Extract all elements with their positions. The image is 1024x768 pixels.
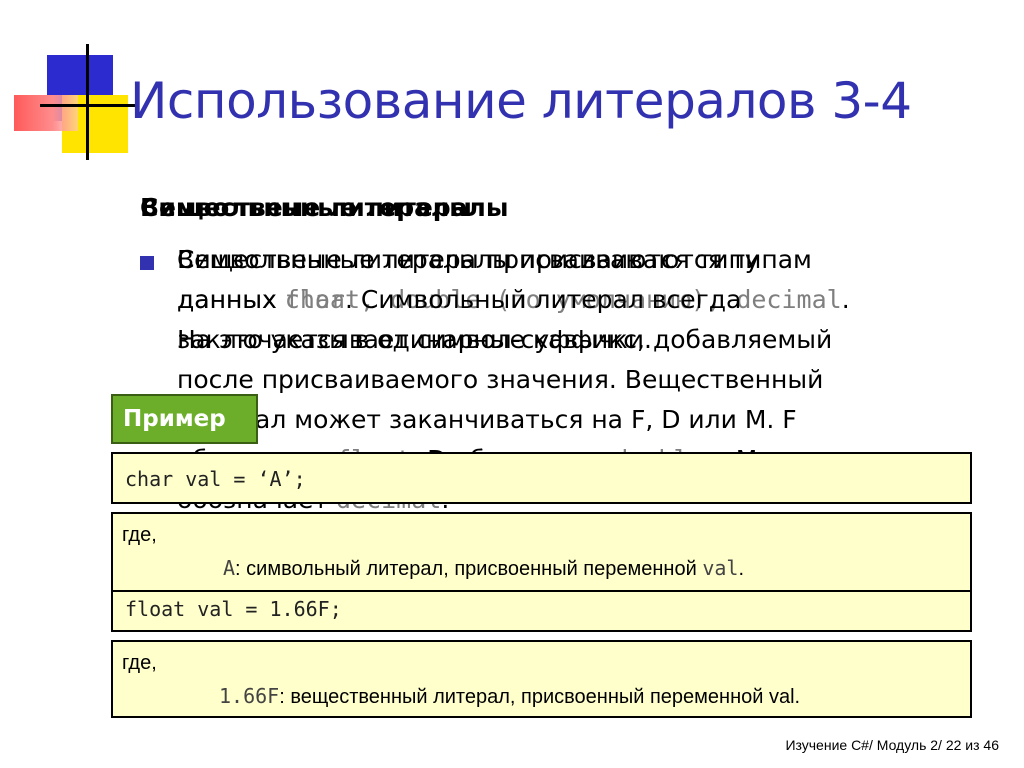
code-float: float val = 1.66F; [125, 597, 342, 621]
char-line-2-code: char [284, 285, 345, 314]
explanation-box-char: где, A: символьный литерал, присвоенный … [111, 512, 972, 592]
bullet-square-icon [140, 256, 154, 270]
slide-footer: Изучение C#/ Модуль 2/ 22 из 46 [785, 737, 999, 753]
explanation-char-text: : символьный литерал, присвоенный переме… [235, 558, 703, 580]
char-line-2-a: данных [177, 285, 285, 314]
explanation-float-text: : вещественный литерал, присвоенный пере… [279, 686, 801, 708]
char-line-3: заключается в одинарные кавычки. [177, 325, 652, 354]
example-badge: Пример [111, 394, 258, 444]
code-box-char: char val = ‘A’; [111, 452, 972, 504]
char-line-1: Символьные литералы присваиваются типу [177, 245, 760, 274]
explanation-float-code: 1.66F [219, 684, 280, 708]
explanation-char-code: A [223, 556, 236, 580]
explanation-float: 1.66F: вещественный литерал, присвоенный… [219, 684, 800, 709]
explanation-char-var: val [702, 556, 739, 580]
bullet-char-literals: Символьные литералы присваиваются типу д… [177, 240, 977, 360]
explanation-box-float: где, 1.66F: вещественный литерал, присво… [111, 640, 972, 718]
code-box-float: float val = 1.66F; [111, 590, 972, 632]
char-line-2: данных char. Символьный литерал всегда [177, 280, 977, 320]
explanation-char-end: . [738, 558, 744, 580]
char-line-2-b: . Символьный литерал всегда [345, 285, 742, 314]
heading-char-literals: Символьные литералы [140, 193, 472, 222]
explanation-char: A: символьный литерал, присвоенный перем… [223, 556, 744, 581]
code-char: char val = ‘A’; [125, 467, 306, 491]
where-label: где, [122, 652, 157, 674]
where-label: где, [122, 524, 157, 546]
